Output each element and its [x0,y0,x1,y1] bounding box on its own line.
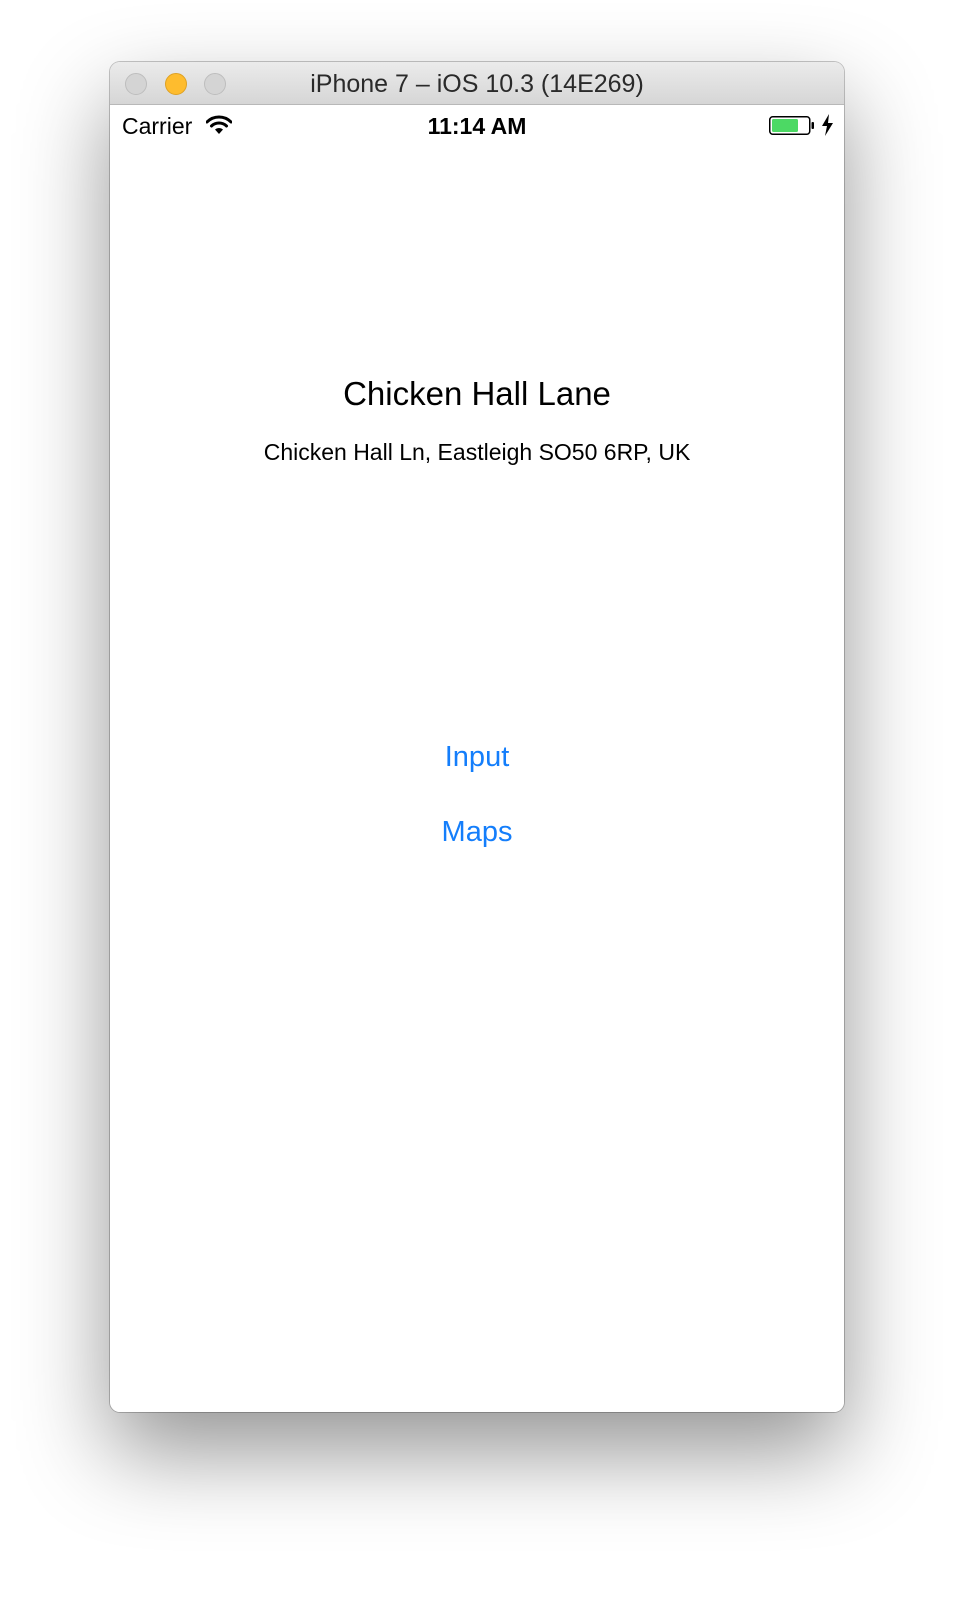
battery-icon [769,116,814,135]
maps-button[interactable]: Maps [442,816,513,849]
input-button[interactable]: Input [445,741,510,774]
charging-bolt-icon [822,114,833,136]
window-titlebar[interactable]: iPhone 7 – iOS 10.3 (14E269) [110,62,844,105]
window-title: iPhone 7 – iOS 10.3 (14E269) [310,70,644,98]
device-screen: Carrier 11:14 AM Chicken Hall Lane Chick… [110,105,844,1412]
desktop-background: iPhone 7 – iOS 10.3 (14E269) Carrier 11:… [0,0,974,1602]
status-time: 11:14 AM [427,113,527,139]
place-title: Chicken Hall Lane [343,375,611,412]
place-address: Chicken Hall Ln, Eastleigh SO50 6RP, UK [263,439,691,465]
status-bar: Carrier 11:14 AM [110,105,844,145]
simulator-window: iPhone 7 – iOS 10.3 (14E269) Carrier 11:… [110,62,844,1412]
